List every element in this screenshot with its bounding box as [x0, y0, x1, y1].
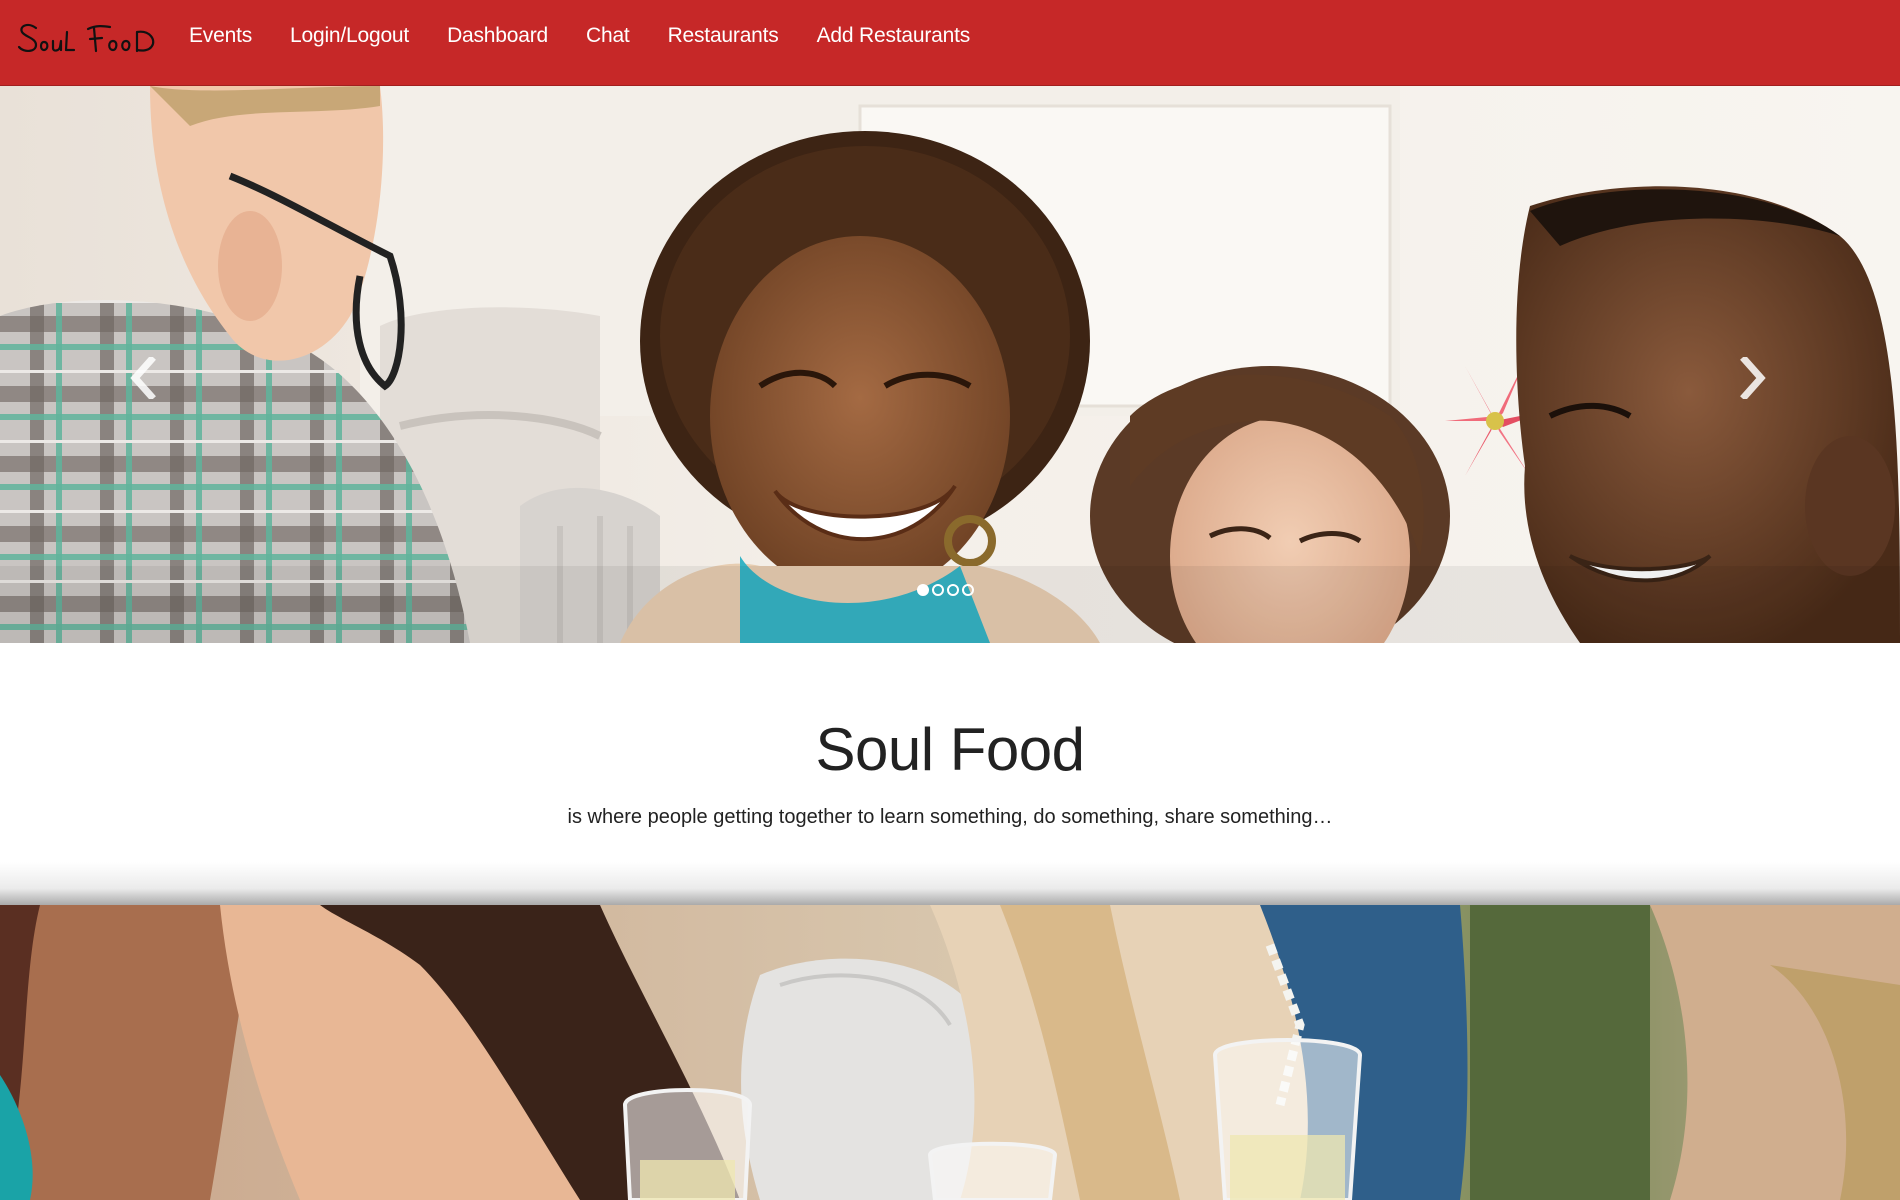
carousel-indicator-1[interactable]	[917, 584, 929, 596]
soul-food-logo-script	[17, 23, 155, 53]
carousel-slide-image	[0, 86, 1900, 643]
nav-link-events[interactable]: Events	[189, 22, 252, 50]
carousel-indicator-4[interactable]	[962, 584, 974, 596]
chevron-left-icon	[130, 357, 156, 399]
nav-link-chat[interactable]: Chat	[586, 22, 630, 50]
page-title: Soul Food	[815, 716, 1085, 783]
nav-link-dashboard[interactable]: Dashboard	[447, 22, 548, 50]
brand-logo[interactable]	[16, 14, 159, 60]
carousel-next-button[interactable]	[1722, 348, 1782, 408]
navbar: Events Login/Logout Dashboard Chat Resta…	[0, 0, 1900, 86]
section-divider-shadow	[0, 862, 1900, 906]
carousel-prev-button[interactable]	[114, 348, 174, 408]
nav-link-restaurants[interactable]: Restaurants	[668, 22, 779, 50]
nav-links: Events Login/Logout Dashboard Chat Resta…	[189, 22, 1008, 50]
carousel-indicator-2[interactable]	[932, 584, 944, 596]
page-tagline: is where people getting together to lear…	[567, 806, 1333, 828]
nav-link-add-restaurants[interactable]: Add Restaurants	[817, 22, 971, 50]
carousel-indicators	[917, 584, 974, 596]
chevron-right-icon	[1740, 357, 1766, 399]
nav-link-login-logout[interactable]: Login/Logout	[290, 22, 409, 50]
friends-photo-banner	[0, 905, 1900, 1200]
carousel-indicator-3[interactable]	[947, 584, 959, 596]
friends-toasting-image	[0, 905, 1900, 1200]
hero-carousel	[0, 86, 1900, 643]
